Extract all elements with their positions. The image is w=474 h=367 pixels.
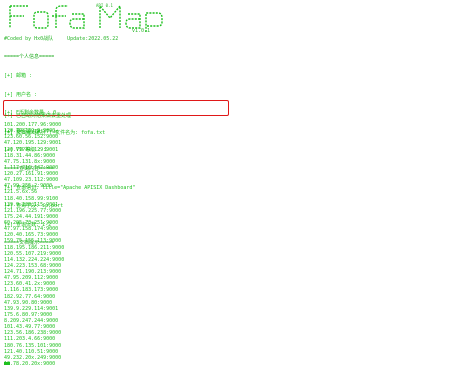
ip-result-list: 101.200.177.96:9000 120.79.182.9:9000 123.…: [4, 122, 64, 367]
ip-list-item: 180.76.135.101:9000: [4, 342, 62, 349]
ip-list-item: 118.40.158.99:9100: [4, 195, 59, 202]
terminal-window[interactable]: API 0.1 v1.0.1 #Coded by Hx0战队 Update:202…: [0, 0, 474, 367]
ip-list-item: 47.75.131.8x:9000: [4, 158, 56, 165]
output-line-username: [+] 用户名 :: [4, 91, 38, 98]
ip-list-item: 139.9.229.114:9001: [4, 305, 59, 312]
ip-list-item: 139.9.220.115:9001: [4, 201, 59, 208]
ip-list-item: 120.79.31.129:9001: [4, 146, 59, 153]
ip-list-item: 118.195.186.211:9000: [4, 244, 65, 251]
ip-list-item: 182.92.77.64:9000: [4, 293, 56, 300]
ip-list-item: 118.31.44.86:9000: [4, 152, 56, 159]
ip-list-item: 159.75.155.113:9000: [4, 238, 62, 245]
ip-list-item: 121.40.110.51:9000: [4, 348, 59, 355]
ip-list-item: 49.232.20x.249:9000: [4, 354, 62, 361]
ip-list-item: 111.203.4.66:9000: [4, 336, 56, 343]
ip-list-item: 1.116.183.173:9000: [4, 287, 59, 294]
terminal-cursor: [4, 362, 10, 365]
ip-list-item: 13.78.20.20x:9000: [4, 360, 56, 367]
ascii-banner-logo: API 0.1: [4, 2, 214, 32]
meta-line: #Coded by Hx0战队 Update:2022.05.22: [4, 35, 118, 42]
version-label: v1.0.1: [132, 28, 151, 34]
output-line-dedupe: [+] 已自动对结果做去重处理: [4, 113, 72, 120]
banner-api-tag: API 0.1: [96, 3, 113, 8]
ip-list-item: 120.55.107.219:9000: [4, 250, 62, 257]
ip-list-item: 114.132.224.224:9000: [4, 256, 65, 263]
output-line-email: [+] 邮箱 :: [4, 73, 33, 79]
ip-list-item: 121.196.225.77:9000: [4, 207, 62, 214]
section-header-user-info: =====个人信息=====: [4, 54, 55, 61]
ip-list-item: 47.120.195.129:9001: [4, 140, 62, 147]
